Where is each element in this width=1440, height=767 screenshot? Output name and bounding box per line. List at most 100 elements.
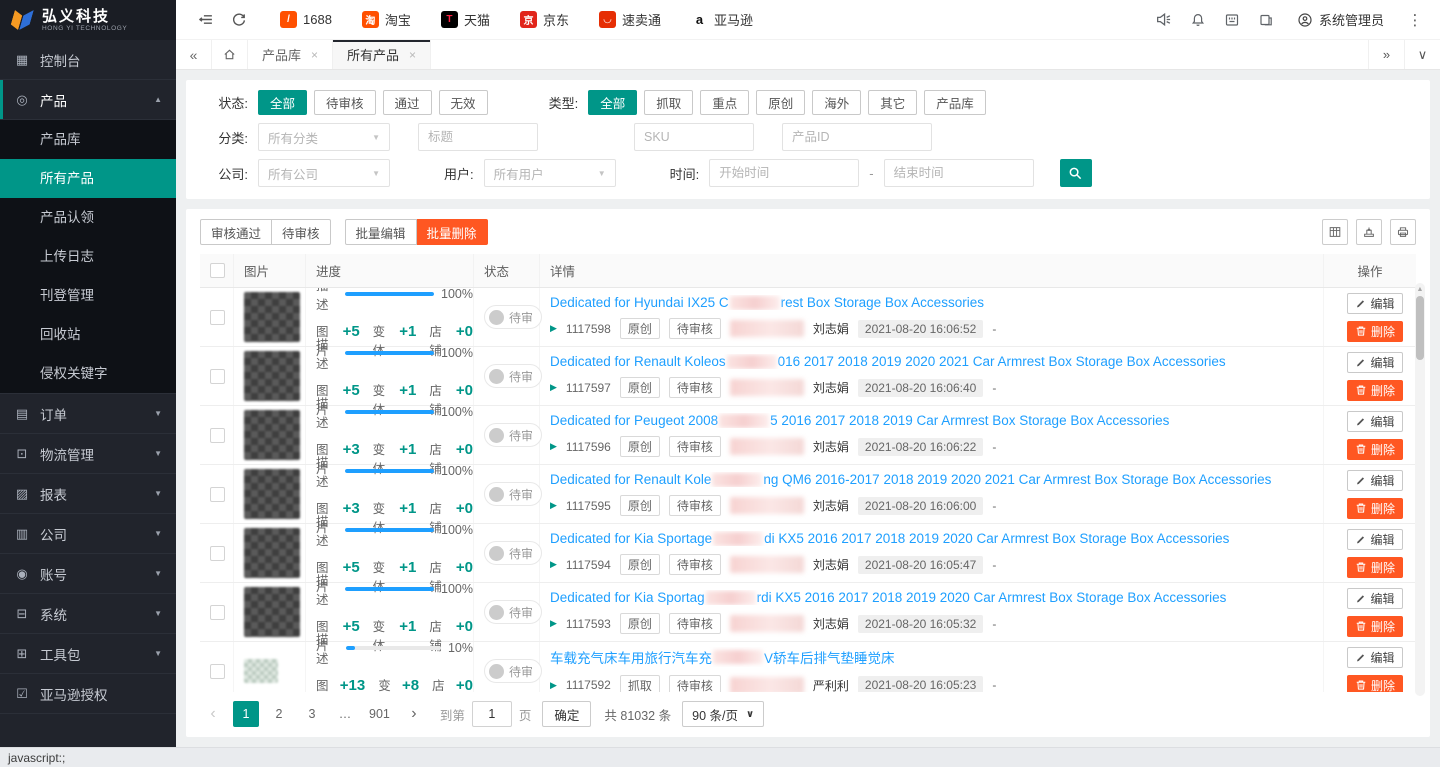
status-filter-invalid[interactable]: 无效 — [439, 90, 488, 115]
product-title-link[interactable]: Dedicated for Peugeot 20085 2016 2017 20… — [550, 413, 1323, 428]
status-filter-pending[interactable]: 待审核 — [314, 90, 376, 115]
sidebar-item-dashboard[interactable]: ▦控制台 — [0, 40, 176, 80]
edit-button[interactable]: 编辑 — [1347, 411, 1403, 432]
select-all-checkbox[interactable] — [210, 263, 225, 278]
home-tab-icon[interactable] — [212, 40, 248, 69]
row-checkbox[interactable] — [210, 487, 225, 502]
type-filter-key[interactable]: 重点 — [700, 90, 749, 115]
sku-input[interactable] — [634, 123, 754, 151]
row-checkbox[interactable] — [210, 546, 225, 561]
sidebar-subitem-product-library[interactable]: 产品库 — [0, 120, 176, 159]
sidebar-item-products[interactable]: ◎产品▲ — [0, 80, 176, 120]
page-jump-input[interactable] — [472, 701, 512, 727]
page-size-select[interactable]: 90 条/页 ∨ — [682, 701, 764, 727]
page-button-2[interactable]: 2 — [266, 701, 292, 727]
row-checkbox[interactable] — [210, 605, 225, 620]
close-icon[interactable]: × — [409, 48, 416, 62]
scroll-tabs-left-icon[interactable]: « — [176, 40, 212, 69]
sidebar-subitem-infringement-keywords[interactable]: 侵权关键字 — [0, 354, 176, 393]
announcement-speaker-icon[interactable] — [1147, 0, 1181, 40]
task-report-icon[interactable] — [1249, 0, 1283, 40]
user-menu[interactable]: 系统管理员 — [1283, 10, 1398, 29]
sidebar-item-company[interactable]: ▥公司▼ — [0, 514, 176, 554]
next-page-button[interactable]: › — [401, 701, 427, 727]
product-title-link[interactable]: Dedicated for Kia Sportagrdi KX5 2016 20… — [550, 590, 1323, 605]
delete-button[interactable]: 删除 — [1347, 498, 1403, 519]
platform-link-aliexpress[interactable]: ◡速卖通 — [599, 10, 661, 29]
edit-button[interactable]: 编辑 — [1347, 529, 1403, 550]
delete-button[interactable]: 删除 — [1347, 439, 1403, 460]
tab-all-products[interactable]: 所有产品 × — [333, 40, 431, 69]
page-button-901[interactable]: 901 — [365, 701, 394, 727]
status-filter-approved[interactable]: 通过 — [383, 90, 432, 115]
delete-button[interactable]: 删除 — [1347, 380, 1403, 401]
page-button-3[interactable]: 3 — [299, 701, 325, 727]
sidebar-subitem-upload-logs[interactable]: 上传日志 — [0, 237, 176, 276]
play-icon[interactable]: ▶ — [550, 559, 557, 570]
table-scrollbar[interactable]: ▲ — [1415, 283, 1425, 696]
delete-button[interactable]: 删除 — [1347, 321, 1403, 342]
prev-page-button[interactable]: ‹ — [200, 701, 226, 727]
sidebar-item-toolkit[interactable]: ⊞工具包▼ — [0, 634, 176, 674]
edit-button[interactable]: 编辑 — [1347, 588, 1403, 609]
print-icon[interactable] — [1390, 219, 1416, 245]
scroll-up-icon[interactable]: ▲ — [1417, 283, 1424, 296]
platform-link-1688[interactable]: /1688 — [280, 11, 332, 28]
start-time-input[interactable] — [709, 159, 859, 187]
type-filter-scraped[interactable]: 抓取 — [644, 90, 693, 115]
type-filter-other[interactable]: 其它 — [868, 90, 917, 115]
product-title-link[interactable]: Dedicated for Renault Koleng QM6 2016-20… — [550, 472, 1323, 487]
company-select[interactable]: 所有公司 ▼ — [258, 159, 390, 187]
collapse-sidebar-icon[interactable] — [188, 0, 222, 40]
bulk-delete-button[interactable]: 批量删除 — [417, 219, 488, 245]
sidebar-item-logistics[interactable]: ⊡物流管理▼ — [0, 434, 176, 474]
scrollbar-thumb[interactable] — [1416, 296, 1424, 360]
tab-product-library[interactable]: 产品库 × — [248, 40, 333, 69]
play-icon[interactable]: ▶ — [550, 323, 557, 334]
scroll-tabs-right-icon[interactable]: » — [1368, 40, 1404, 69]
product-title-link[interactable]: Dedicated for Kia Sportagedi KX5 2016 20… — [550, 531, 1323, 546]
type-filter-overseas[interactable]: 海外 — [812, 90, 861, 115]
edit-button[interactable]: 编辑 — [1347, 470, 1403, 491]
platform-link-amazon[interactable]: a亚马逊 — [691, 10, 753, 29]
category-select[interactable]: 所有分类 ▼ — [258, 123, 390, 151]
more-menu-icon[interactable]: ⋮ — [1398, 0, 1432, 40]
type-filter-library[interactable]: 产品库 — [924, 90, 986, 115]
end-time-input[interactable] — [884, 159, 1034, 187]
sidebar-item-amazon-auth[interactable]: ☑亚马逊授权 — [0, 674, 176, 714]
confirm-page-button[interactable]: 确定 — [542, 701, 591, 727]
row-checkbox[interactable] — [210, 369, 225, 384]
notifications-bell-icon[interactable] — [1181, 0, 1215, 40]
row-checkbox[interactable] — [210, 310, 225, 325]
search-button[interactable] — [1060, 159, 1092, 187]
status-filter-all[interactable]: 全部 — [258, 90, 307, 115]
close-icon[interactable]: × — [311, 48, 318, 62]
sidebar-subitem-product-claim[interactable]: 产品认领 — [0, 198, 176, 237]
edit-button[interactable]: 编辑 — [1347, 293, 1403, 314]
platform-link-jd[interactable]: 京京东 — [520, 10, 569, 29]
type-filter-all[interactable]: 全部 — [588, 90, 637, 115]
page-button-1[interactable]: 1 — [233, 701, 259, 727]
edit-button[interactable]: 编辑 — [1347, 352, 1403, 373]
bulk-edit-button[interactable]: 批量编辑 — [345, 219, 417, 245]
sidebar-item-system[interactable]: ⊟系统▼ — [0, 594, 176, 634]
play-icon[interactable]: ▶ — [550, 618, 557, 629]
sidebar-item-orders[interactable]: ▤订单▼ — [0, 394, 176, 434]
refresh-icon[interactable] — [222, 0, 256, 40]
sidebar-subitem-listing-management[interactable]: 刊登管理 — [0, 276, 176, 315]
product-title-link[interactable]: 车载充气床车用旅行汽车充V轿车后排气垫睡觉床 — [550, 647, 1323, 667]
edit-button[interactable]: 编辑 — [1347, 647, 1403, 668]
apps-grid-icon[interactable] — [1215, 0, 1249, 40]
play-icon[interactable]: ▶ — [550, 500, 557, 511]
row-checkbox[interactable] — [210, 428, 225, 443]
type-filter-original[interactable]: 原创 — [756, 90, 805, 115]
set-pending-button[interactable]: 待审核 — [272, 219, 331, 245]
row-checkbox[interactable] — [210, 664, 225, 679]
user-select[interactable]: 所有用户 ▼ — [484, 159, 616, 187]
sidebar-item-accounts[interactable]: ◉账号▼ — [0, 554, 176, 594]
sidebar-item-reports[interactable]: ▨报表▼ — [0, 474, 176, 514]
platform-link-tmall[interactable]: T天猫 — [441, 10, 490, 29]
tab-options-icon[interactable]: ∨ — [1404, 40, 1440, 69]
delete-button[interactable]: 删除 — [1347, 675, 1403, 693]
sidebar-subitem-recycle-bin[interactable]: 回收站 — [0, 315, 176, 354]
